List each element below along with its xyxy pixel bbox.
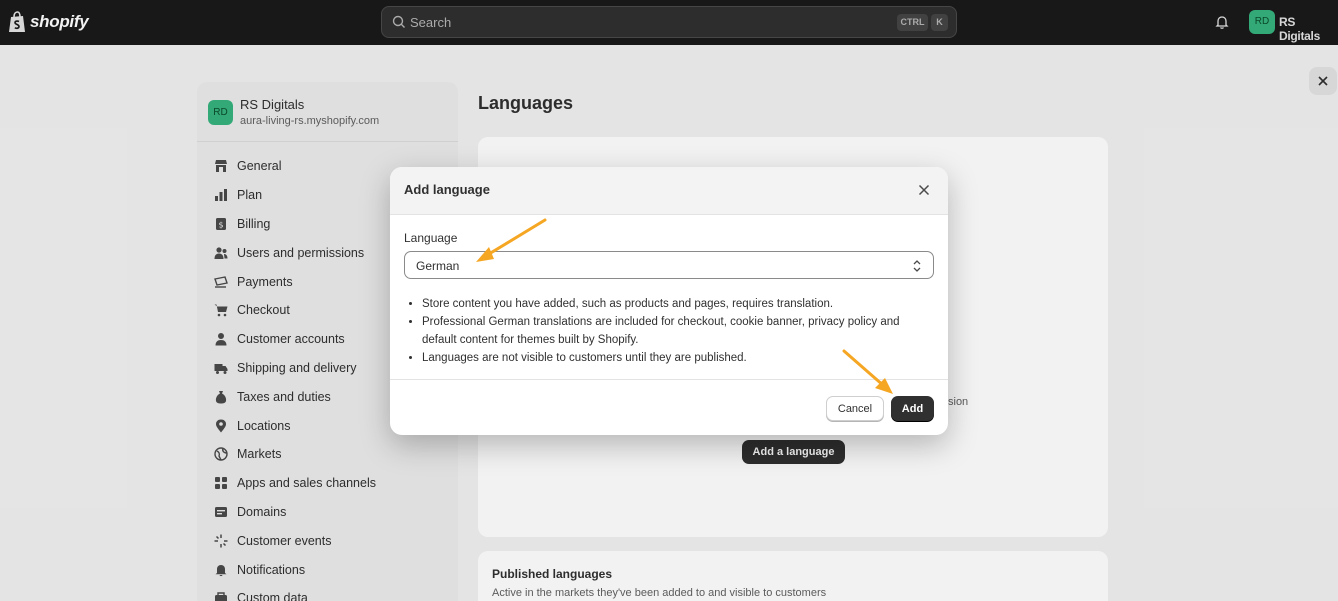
info-list: Store content you have added, such as pr… bbox=[422, 295, 934, 367]
add-language-modal: Add language Language German Store conte… bbox=[390, 167, 948, 435]
add-button[interactable]: Add bbox=[891, 396, 934, 421]
info-list-item: Professional German translations are inc… bbox=[422, 313, 934, 349]
info-list-item: Languages are not visible to customers u… bbox=[422, 349, 934, 367]
close-icon[interactable] bbox=[916, 182, 932, 198]
language-select[interactable]: German bbox=[404, 251, 934, 279]
modal-header: Add language bbox=[390, 167, 948, 215]
modal-footer: Cancel Add bbox=[390, 379, 948, 435]
info-list-item: Store content you have added, such as pr… bbox=[422, 295, 934, 313]
cancel-button[interactable]: Cancel bbox=[826, 396, 884, 421]
modal-title: Add language bbox=[404, 182, 490, 197]
chevron-up-down-icon bbox=[913, 260, 921, 272]
language-field-label: Language bbox=[404, 231, 458, 245]
language-select-value: German bbox=[416, 259, 460, 273]
